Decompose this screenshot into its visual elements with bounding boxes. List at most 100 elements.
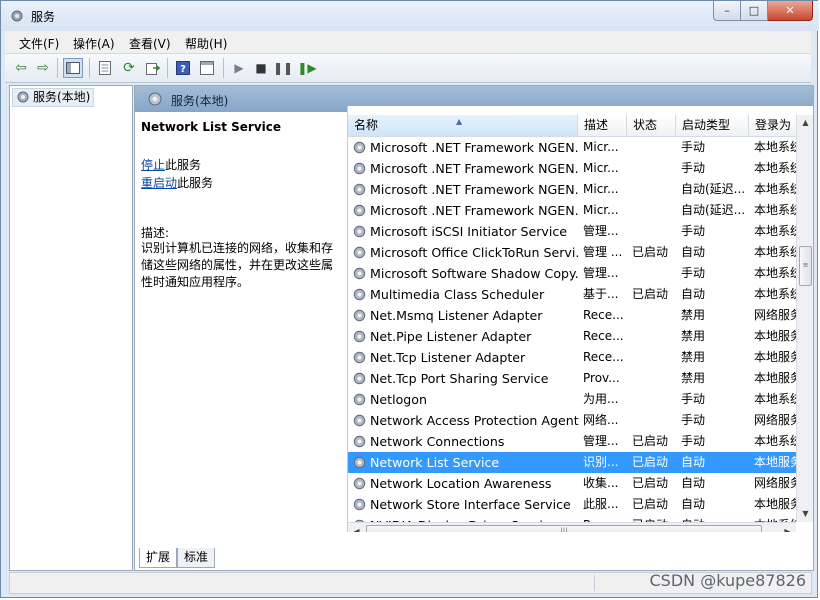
service-description-cell: Micr... — [583, 203, 619, 217]
service-logon-cell: 本地系统 — [754, 182, 796, 196]
service-description-cell: 管理... — [583, 434, 619, 448]
maximize-button[interactable]: □ — [741, 1, 768, 21]
vertical-scroll-thumb[interactable]: ≡ — [799, 246, 812, 286]
service-name-cell: Multimedia Class Scheduler — [370, 287, 545, 302]
table-row[interactable]: Netlogon 为用... 手动 本地系统 — [348, 389, 796, 410]
stop-suffix: 此服务 — [165, 158, 202, 172]
table-row[interactable]: Microsoft iSCSI Initiator Service 管理... 手动… — [348, 221, 796, 242]
table-row[interactable]: Network Connections 管理... 已启动手动 本地系统 — [348, 431, 796, 452]
column-header-startup-type[interactable]: 启动类型 — [676, 115, 749, 136]
column-header-name[interactable]: ▲ 名称 — [348, 115, 578, 136]
scroll-right-icon[interactable]: ▶ — [779, 523, 796, 532]
column-header-logon-as[interactable]: 登录为 — [749, 115, 796, 136]
menu-view[interactable]: 查看(V) — [129, 35, 171, 52]
service-logon-cell: 本地服务 — [754, 350, 796, 364]
window-title: 服务 — [31, 10, 56, 24]
close-button[interactable]: ✕ — [768, 1, 813, 21]
stop-line: 停止此服务 — [141, 156, 201, 173]
service-logon-cell: 本地系统 — [754, 287, 796, 301]
menu-action[interactable]: 操作(A) — [73, 35, 115, 52]
tab-standard[interactable]: 标准 — [177, 548, 216, 568]
table-row[interactable]: Net.Tcp Listener Adapter Rece... 禁用 本地服务 — [348, 347, 796, 368]
service-startup-type-cell: 手动 — [681, 434, 706, 448]
restart-link[interactable]: 重启动 — [141, 176, 177, 190]
table-row[interactable]: Microsoft .NET Framework NGEN... Micr... 自… — [348, 200, 796, 221]
start-service-icon[interactable]: ▶ — [229, 58, 249, 78]
show-hide-console-tree-icon[interactable] — [63, 58, 83, 78]
menu-file[interactable]: 文件(F) — [19, 35, 59, 52]
gear-icon — [11, 10, 23, 22]
service-logon-cell: 本地系统 — [754, 245, 796, 259]
service-status-cell — [632, 389, 676, 410]
service-name-cell: Network Connections — [370, 434, 505, 449]
restart-suffix: 此服务 — [177, 176, 214, 190]
title-bar[interactable]: 服务 – □ ✕ — [1, 1, 819, 31]
table-row[interactable]: Network Store Interface Service 此服... 已启动自… — [348, 494, 796, 515]
pause-service-icon[interactable]: ❚❚ — [273, 58, 293, 78]
view-tabs: 扩展 标准 — [135, 544, 813, 570]
service-startup-type-cell: 自动 — [681, 287, 706, 301]
content-header-label: 服务(本地) — [171, 94, 229, 108]
table-row[interactable]: Microsoft .NET Framework NGEN... Micr... 手… — [348, 158, 796, 179]
properties-icon[interactable] — [95, 58, 115, 78]
forward-icon[interactable]: ⇨ — [33, 58, 53, 78]
table-row[interactable]: Net.Pipe Listener Adapter Rece... 禁用 本地服务 — [348, 326, 796, 347]
service-detail-pane: Network List Service 停止此服务 重启动此服务 描述: 识别… — [135, 112, 341, 544]
service-name-cell: Microsoft Software Shadow Copy... — [370, 266, 580, 281]
service-description-cell: 管理... — [583, 224, 619, 238]
table-row[interactable]: Network List Service 识别... 已启动自动 本地服务 — [348, 452, 796, 473]
export-list-icon[interactable] — [143, 58, 163, 78]
service-status-cell — [632, 368, 676, 389]
table-row[interactable]: Network Access Protection Agent 网络... 手动 网络… — [348, 410, 796, 431]
scroll-up-icon[interactable]: ▲ — [797, 115, 813, 131]
table-row[interactable]: Multimedia Class Scheduler 基于... 已启动自动 本地系统 — [348, 284, 796, 305]
vertical-scrollbar[interactable]: ▲ ≡ ▼ — [796, 115, 813, 522]
stop-service-icon[interactable]: ■ — [251, 58, 271, 78]
menu-help[interactable]: 帮助(H) — [185, 35, 227, 52]
service-status-cell — [632, 305, 676, 326]
tab-extended[interactable]: 扩展 — [139, 548, 178, 568]
column-header-status[interactable]: 状态 — [627, 115, 676, 136]
column-header-description[interactable]: 描述 — [578, 115, 627, 136]
service-name-cell: Microsoft .NET Framework NGEN... — [370, 161, 580, 176]
action-pane-icon[interactable] — [197, 58, 217, 78]
table-row[interactable]: Net.Msmq Listener Adapter Rece... 禁用 网络服务 — [348, 305, 796, 326]
service-description-cell: 管理... — [583, 266, 619, 280]
table-row[interactable]: Net.Tcp Port Sharing Service Prov... 禁用 本地服… — [348, 368, 796, 389]
service-startup-type-cell: 自动 — [681, 476, 706, 490]
service-logon-cell: 本地系统 — [754, 392, 796, 406]
toolbar: ⇦ ⇨ ⟳ ? ▶ ■ ❚❚ ❚▶ — [5, 54, 811, 83]
table-row[interactable]: Microsoft Software Shadow Copy... 管理... 手动… — [348, 263, 796, 284]
service-status-cell: 已启动 — [632, 497, 669, 511]
stop-link[interactable]: 停止 — [141, 158, 165, 172]
service-startup-type-cell: 禁用 — [681, 371, 706, 385]
tree-item-services-local[interactable]: 服务(本地) — [12, 88, 95, 107]
table-row[interactable]: Microsoft .NET Framework NGEN... Micr... 手… — [348, 137, 796, 158]
table-row[interactable]: Microsoft Office ClickToRun Servi... 管理 .… — [348, 242, 796, 263]
scroll-left-icon[interactable]: ◀ — [348, 523, 365, 532]
back-icon[interactable]: ⇦ — [11, 58, 31, 78]
refresh-icon[interactable]: ⟳ — [119, 58, 139, 78]
horizontal-scroll-thumb[interactable]: ||| — [366, 525, 762, 532]
scroll-down-icon[interactable]: ▼ — [797, 506, 813, 522]
table-row[interactable]: Microsoft .NET Framework NGEN... Micr... 自… — [348, 179, 796, 200]
gear-icon — [148, 92, 162, 106]
services-window: 服务 – □ ✕ 文件(F) 操作(A) 查看(V) 帮助(H) ⇦ ⇨ ⟳ ? — [0, 0, 819, 598]
service-name-cell: Microsoft .NET Framework NGEN... — [370, 182, 580, 197]
service-logon-cell: 本地系统 — [754, 224, 796, 238]
service-logon-cell: 本地系统 — [754, 161, 796, 175]
service-description-cell: Rece... — [583, 308, 624, 322]
restart-service-icon[interactable]: ❚▶ — [297, 58, 317, 78]
table-row[interactable]: Network Location Awareness 收集... 已启动自动 网络服务 — [348, 473, 796, 494]
tree-item-label: 服务(本地) — [33, 90, 91, 104]
help-icon[interactable]: ? — [173, 58, 193, 78]
minimize-button[interactable]: – — [713, 1, 741, 21]
horizontal-scrollbar[interactable]: ◀ ||| ▶ — [348, 522, 796, 532]
svg-text:?: ? — [180, 64, 186, 75]
service-status-cell — [632, 326, 676, 347]
services-list: ▲ 名称 描述 状态 启动类型 登录为 Microsoft .NET Framew… — [347, 106, 813, 532]
service-status-cell — [632, 410, 676, 431]
service-startup-type-cell: 手动 — [681, 224, 706, 238]
minimize-icon: – — [724, 4, 730, 17]
service-status-cell: 已启动 — [632, 434, 669, 448]
